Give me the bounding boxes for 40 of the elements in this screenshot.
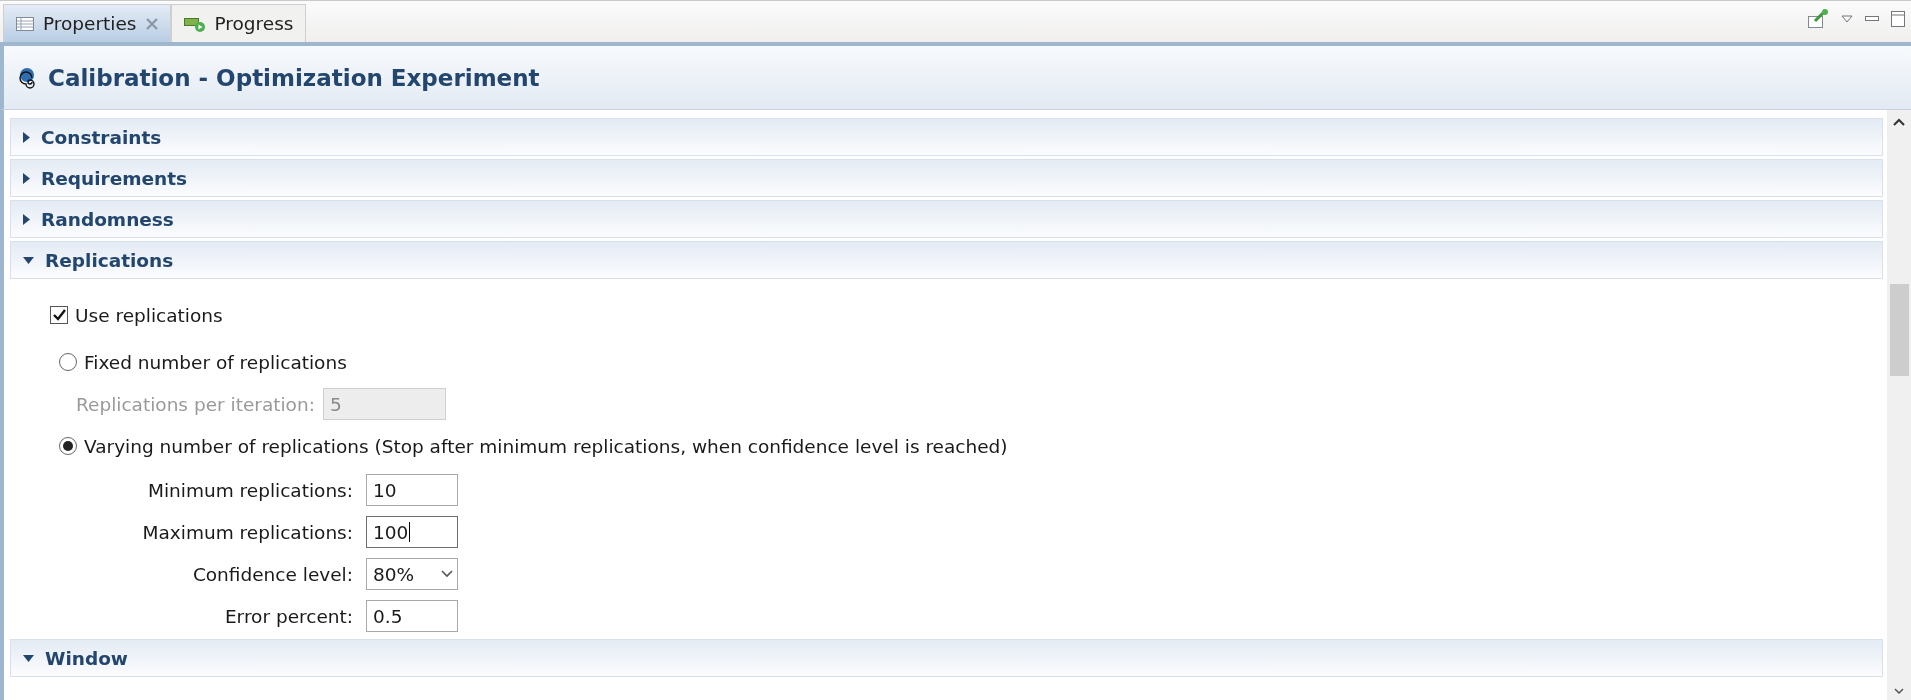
- scroll-down-icon[interactable]: [1894, 688, 1904, 694]
- scroll-up-icon[interactable]: [1893, 118, 1905, 126]
- minimize-icon[interactable]: [1865, 16, 1879, 22]
- collapse-icon: [23, 654, 34, 662]
- radio-label: Fixed number of replications: [84, 351, 347, 373]
- view-menu-icon[interactable]: [1841, 15, 1853, 23]
- text-cursor: [409, 522, 411, 542]
- expand-icon: [23, 131, 30, 143]
- field-label: Replications per iteration:: [76, 393, 315, 415]
- tab[interactable]: Progress: [170, 4, 307, 42]
- section-header[interactable]: Window: [10, 639, 1883, 677]
- section-header[interactable]: Replications: [10, 241, 1883, 279]
- expand-icon: [23, 213, 30, 225]
- radio-button[interactable]: [59, 437, 77, 455]
- text-field[interactable]: 0.5: [366, 600, 458, 632]
- field-label: Error percent:: [223, 605, 353, 627]
- section-header[interactable]: Constraints: [10, 118, 1883, 156]
- pin-icon[interactable]: [1807, 9, 1829, 29]
- radio-label: Varying number of replications (Stop after minimum replications, when confidence level is reached): [84, 435, 1008, 457]
- text-field[interactable]: 10: [366, 474, 458, 506]
- field-label: Minimum replications:: [146, 479, 353, 501]
- chevron-down-icon: [441, 570, 453, 578]
- scroll-thumb[interactable]: [1890, 284, 1909, 376]
- field-label: Maximum replications:: [141, 521, 353, 543]
- text-field[interactable]: 100: [366, 516, 458, 548]
- checkbox-label: Use replications: [75, 304, 223, 326]
- expand-icon: [23, 172, 30, 184]
- progress-icon: [183, 15, 206, 32]
- view-title: Calibration - Optimization Experiment: [48, 64, 540, 91]
- table-icon: [16, 16, 34, 31]
- checkbox[interactable]: [50, 306, 68, 324]
- radio-button[interactable]: [59, 353, 77, 371]
- section-header[interactable]: Requirements: [10, 159, 1883, 197]
- section-header[interactable]: Randomness: [10, 200, 1883, 238]
- scrollbar[interactable]: [1887, 110, 1911, 700]
- tab[interactable]: Properties: [3, 4, 171, 42]
- dropdown-field[interactable]: 80%: [366, 558, 458, 590]
- collapse-icon: [23, 256, 34, 264]
- maximize-icon[interactable]: [1891, 11, 1905, 27]
- field-label: Confidence level:: [191, 563, 353, 585]
